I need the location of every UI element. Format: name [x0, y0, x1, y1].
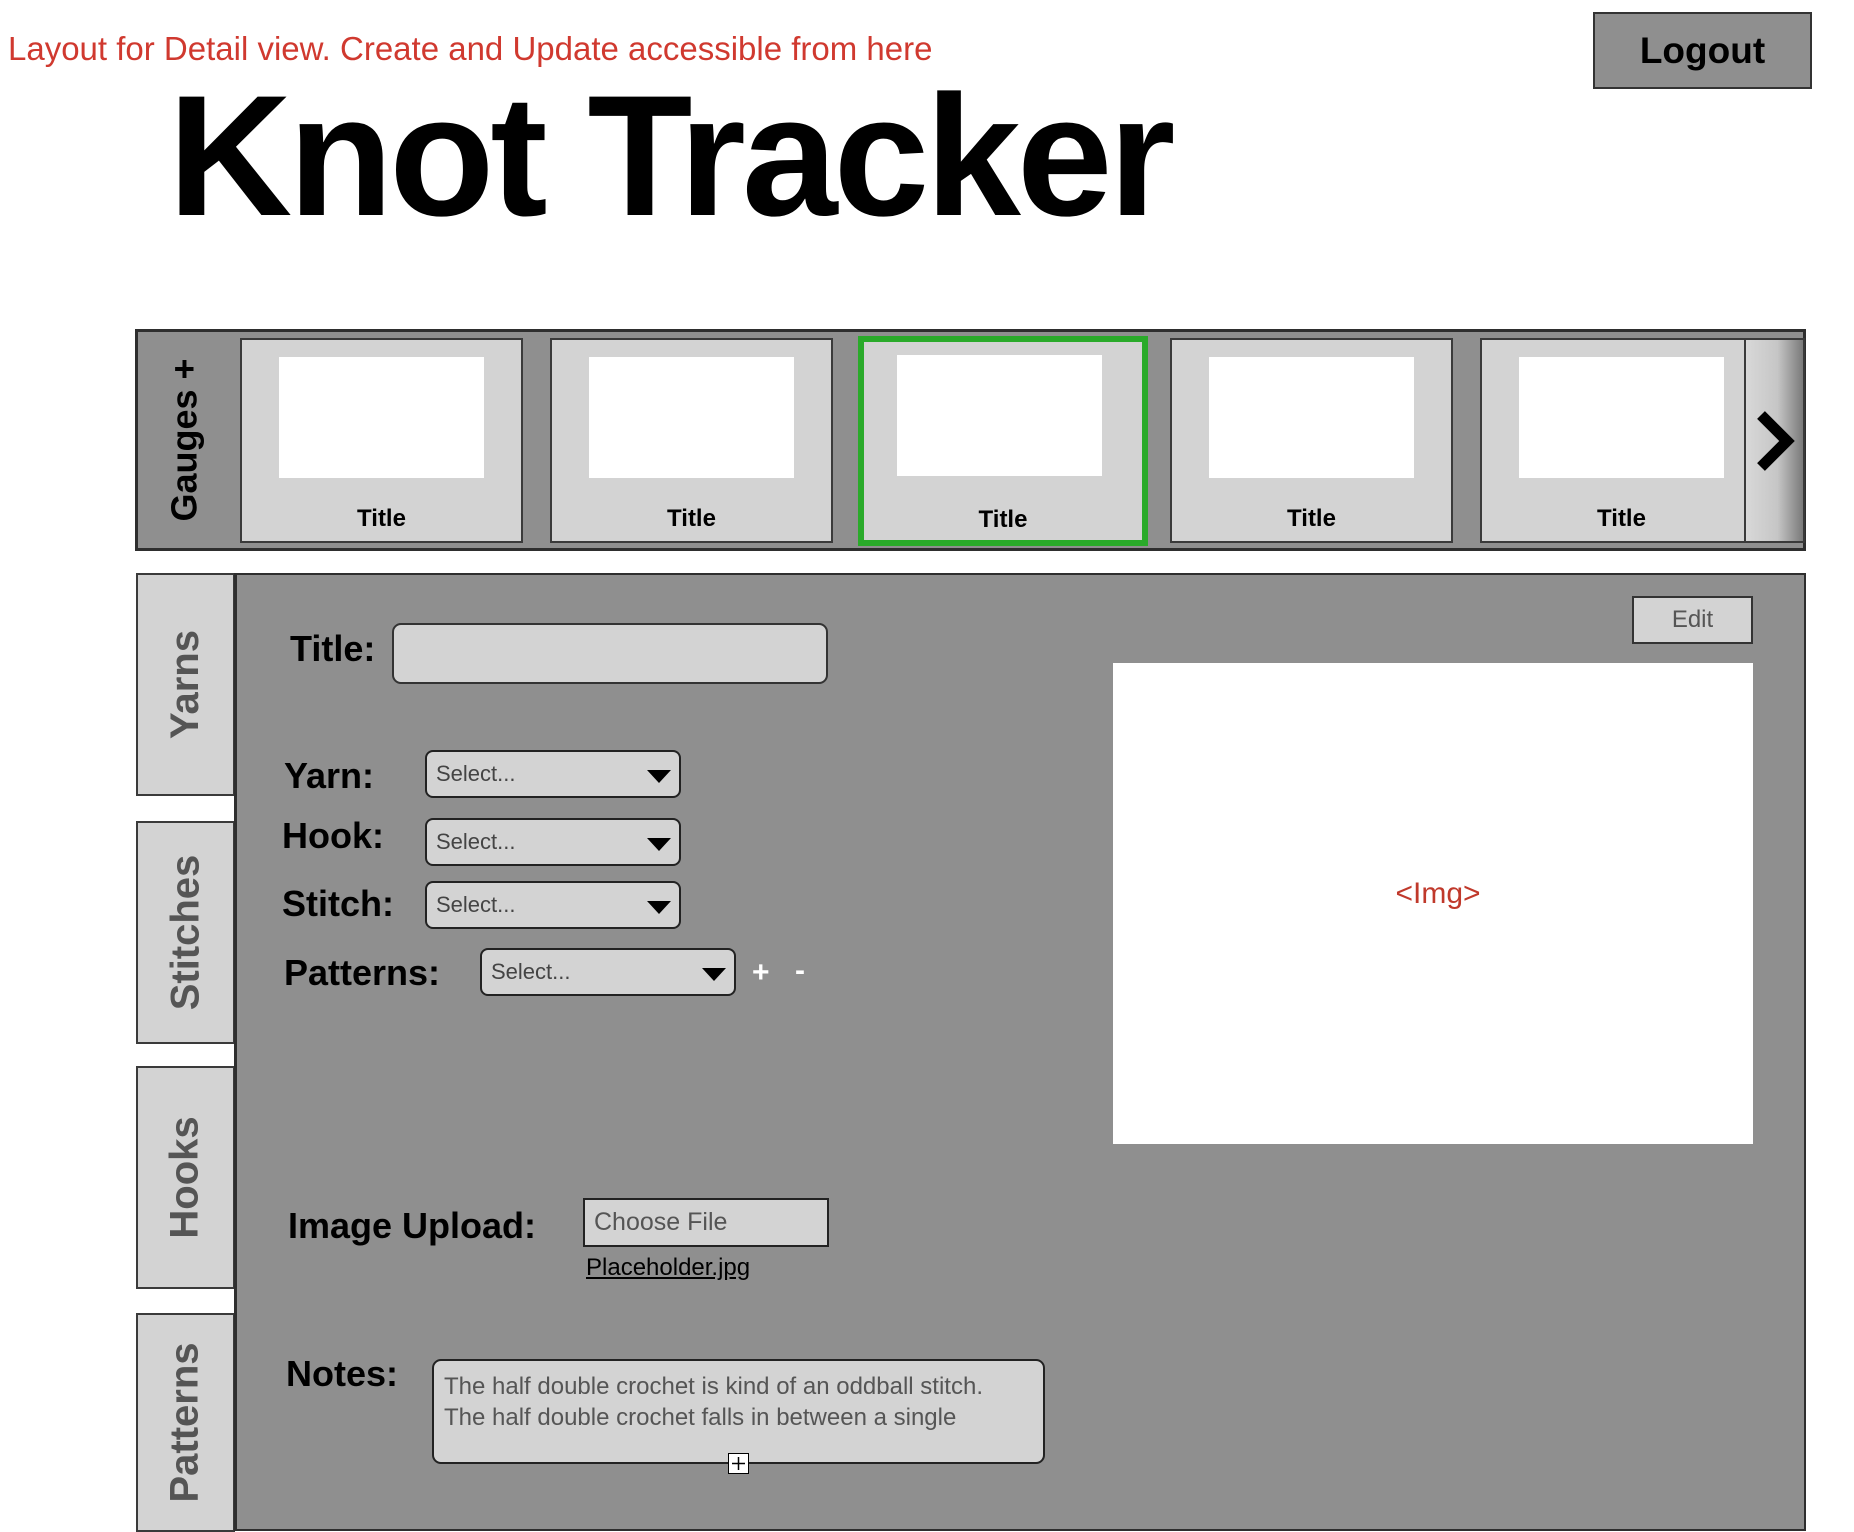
- gauge-thumbnail: [1209, 357, 1414, 478]
- hook-label: Hook:: [282, 815, 384, 856]
- uploaded-file-link[interactable]: Placeholder.jpg: [586, 1254, 750, 1282]
- dropdown-arrow-icon: [647, 770, 671, 783]
- dropdown-arrow-icon: [647, 901, 671, 914]
- title-label: Title:: [290, 628, 376, 669]
- logout-button[interactable]: Logout: [1593, 12, 1812, 89]
- notes-textarea[interactable]: The half double crochet is kind of an od…: [432, 1359, 1045, 1464]
- gauge-card-title: Title: [978, 506, 1028, 533]
- gauge-image-preview: <Img>: [1113, 663, 1753, 1144]
- tab-stitches[interactable]: Stitches: [136, 821, 235, 1044]
- dropdown-arrow-icon: [702, 968, 726, 981]
- choose-file-button[interactable]: Choose File: [583, 1198, 829, 1247]
- tab-yarns[interactable]: Yarns: [136, 573, 235, 796]
- yarn-label: Yarn:: [284, 755, 375, 796]
- gauge-card-title: Title: [1287, 505, 1336, 532]
- hook-select-value: Select...: [436, 829, 516, 854]
- tab-label: Yarns: [163, 630, 207, 739]
- chevron-right-icon: [1756, 410, 1795, 471]
- gauges-section-label[interactable]: Gauges +: [138, 332, 231, 548]
- gauge-card-title: Title: [357, 505, 406, 532]
- add-pattern-button[interactable]: +: [752, 956, 770, 990]
- tab-patterns[interactable]: Patterns: [136, 1313, 235, 1532]
- tab-label: Patterns: [163, 1342, 207, 1503]
- edit-button[interactable]: Edit: [1632, 596, 1753, 644]
- stitch-label: Stitch:: [282, 883, 394, 924]
- tab-label: Stitches: [163, 854, 208, 1011]
- gauge-card[interactable]: Title: [1480, 338, 1763, 543]
- gauge-card[interactable]: Title: [240, 338, 523, 543]
- dropdown-arrow-icon: [647, 838, 671, 851]
- gauge-thumbnail: [279, 357, 484, 478]
- gauge-thumbnail: [589, 357, 794, 478]
- gauge-card-selected[interactable]: Title: [858, 336, 1148, 546]
- title-input[interactable]: [392, 623, 828, 684]
- gauges-label-text: Gauges: [163, 389, 205, 522]
- yarn-select-value: Select...: [436, 761, 516, 786]
- gauge-thumbnail: [897, 355, 1102, 476]
- stitch-select[interactable]: Select...: [425, 881, 681, 929]
- patterns-select[interactable]: Select...: [480, 948, 736, 996]
- gauge-thumbnail: [1519, 357, 1724, 478]
- notes-label: Notes:: [286, 1353, 399, 1394]
- hook-select[interactable]: Select...: [425, 818, 681, 866]
- yarn-select[interactable]: Select...: [425, 750, 681, 798]
- patterns-select-value: Select...: [491, 959, 571, 984]
- carousel-next-button[interactable]: [1744, 338, 1805, 543]
- plus-square-icon: [732, 1457, 745, 1470]
- gauge-card-title: Title: [1597, 505, 1646, 532]
- add-gauge-button[interactable]: +: [164, 358, 205, 379]
- gauge-card[interactable]: Title: [550, 338, 833, 543]
- resize-handle-icon[interactable]: [728, 1453, 749, 1474]
- gauge-card[interactable]: Title: [1170, 338, 1453, 543]
- image-upload-label: Image Upload:: [288, 1205, 537, 1246]
- image-placeholder-text: <Img>: [1395, 876, 1481, 910]
- stitch-select-value: Select...: [436, 892, 516, 917]
- patterns-label: Patterns:: [284, 952, 441, 993]
- remove-pattern-button[interactable]: -: [795, 954, 805, 988]
- notes-line: The half double crochet falls in between…: [444, 1404, 957, 1431]
- tab-label: Hooks: [163, 1116, 207, 1239]
- gauge-card-title: Title: [667, 505, 716, 532]
- tab-hooks[interactable]: Hooks: [136, 1066, 235, 1289]
- notes-line: The half double crochet is kind of an od…: [444, 1373, 983, 1400]
- app-title: Knot Tracker: [168, 60, 1175, 252]
